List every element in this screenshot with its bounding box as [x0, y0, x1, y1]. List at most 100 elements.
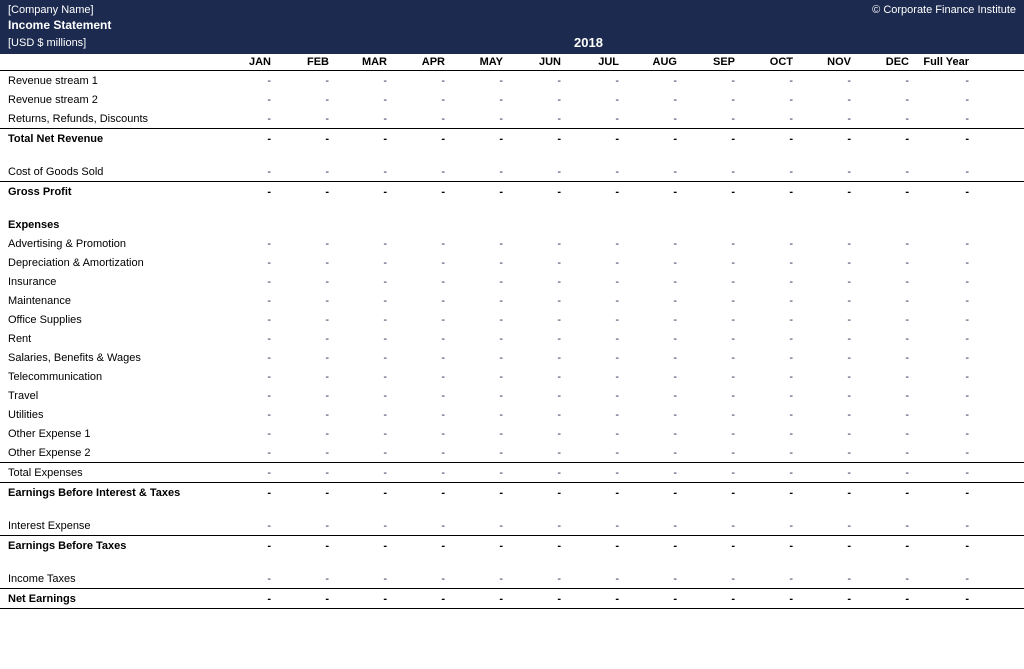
cell-value: - — [503, 184, 561, 200]
cell-value: - — [445, 426, 503, 442]
cell-value: - — [271, 465, 329, 481]
cell-value: - — [445, 312, 503, 328]
cell-value: - — [735, 293, 793, 309]
table-row: Revenue stream 1------------- — [0, 71, 1024, 90]
statement-title: Income Statement — [8, 18, 1016, 32]
cell-value: - — [677, 445, 735, 461]
cell-value: - — [561, 164, 619, 180]
cell-value: - — [503, 571, 561, 587]
cell-value: - — [561, 73, 619, 89]
cell-value: - — [677, 571, 735, 587]
cell-value: - — [735, 426, 793, 442]
cell-value: - — [445, 111, 503, 127]
row-label: Expenses — [8, 217, 213, 233]
cell-value: - — [445, 164, 503, 180]
cell-value: - — [677, 331, 735, 347]
cell-value: - — [503, 111, 561, 127]
cell-value: - — [329, 331, 387, 347]
cell-value: - — [793, 485, 851, 501]
cell-value: - — [561, 388, 619, 404]
cell-value: - — [619, 518, 677, 534]
cell-value: - — [213, 184, 271, 200]
cell-value: - — [735, 388, 793, 404]
cell-value: - — [909, 369, 969, 385]
column-header: Full Year — [909, 56, 969, 68]
cell-value: - — [793, 274, 851, 290]
cell-value: - — [445, 131, 503, 147]
cell-value: - — [909, 350, 969, 366]
table-row: Total Net Revenue------------- — [0, 128, 1024, 148]
cell-value: - — [735, 184, 793, 200]
cell-value: - — [735, 73, 793, 89]
cell-value: - — [735, 92, 793, 108]
cell-value: - — [793, 164, 851, 180]
cell-value: - — [213, 571, 271, 587]
cell-value: - — [909, 293, 969, 309]
cell-value: - — [387, 350, 445, 366]
cell-value: - — [851, 331, 909, 347]
row-label: Earnings Before Interest & Taxes — [8, 485, 213, 501]
cell-value: - — [735, 407, 793, 423]
cell-value: - — [329, 518, 387, 534]
cell-value: - — [329, 274, 387, 290]
cell-value: - — [909, 538, 969, 554]
cell-value: - — [445, 407, 503, 423]
cell-value: - — [851, 293, 909, 309]
column-header: OCT — [735, 56, 793, 68]
cell-value: - — [445, 465, 503, 481]
cell-value: - — [793, 255, 851, 271]
cell-value: - — [735, 445, 793, 461]
table-row: Travel------------- — [0, 386, 1024, 405]
cell-value: - — [909, 312, 969, 328]
cell-value: - — [329, 426, 387, 442]
cell-value: - — [561, 236, 619, 252]
row-label: Telecommunication — [8, 369, 213, 385]
cell-value: - — [619, 274, 677, 290]
table-row: Net Earnings------------- — [0, 588, 1024, 609]
cell-value: - — [503, 518, 561, 534]
cell-value: - — [503, 274, 561, 290]
cell-value: - — [677, 518, 735, 534]
cell-value: - — [271, 73, 329, 89]
table-row: Other Expense 1------------- — [0, 424, 1024, 443]
cell-value: - — [213, 92, 271, 108]
cell-value: - — [677, 591, 735, 607]
cell-value: - — [213, 331, 271, 347]
spacer-row — [0, 555, 1024, 569]
cell-value: - — [851, 465, 909, 481]
cell-value: - — [561, 445, 619, 461]
cell-value: - — [387, 369, 445, 385]
cell-value: - — [909, 131, 969, 147]
cell-value: - — [561, 465, 619, 481]
cell-value: - — [619, 331, 677, 347]
table-row: Advertising & Promotion------------- — [0, 234, 1024, 253]
row-label: Rent — [8, 331, 213, 347]
cell-value: - — [619, 293, 677, 309]
cell-value: - — [677, 274, 735, 290]
cell-value: - — [329, 236, 387, 252]
cell-value: - — [445, 538, 503, 554]
cell-value: - — [677, 426, 735, 442]
cell-value: - — [503, 164, 561, 180]
cell-value: - — [387, 388, 445, 404]
cell-value: - — [387, 591, 445, 607]
cell-value: - — [851, 164, 909, 180]
cell-value: - — [213, 111, 271, 127]
cell-value: - — [677, 293, 735, 309]
spacer-row — [0, 502, 1024, 516]
cell-value: - — [445, 331, 503, 347]
cell-value: - — [735, 312, 793, 328]
cell-value: - — [387, 571, 445, 587]
cell-value: - — [445, 445, 503, 461]
cell-value: - — [387, 92, 445, 108]
cell-value: - — [793, 426, 851, 442]
cell-value: - — [793, 350, 851, 366]
cell-value: - — [329, 131, 387, 147]
cell-value: - — [909, 164, 969, 180]
cell-value: - — [271, 131, 329, 147]
row-label: Income Taxes — [8, 571, 213, 587]
cell-value: - — [387, 111, 445, 127]
cell-value: - — [503, 407, 561, 423]
cell-value: - — [387, 131, 445, 147]
cell-value: - — [909, 485, 969, 501]
